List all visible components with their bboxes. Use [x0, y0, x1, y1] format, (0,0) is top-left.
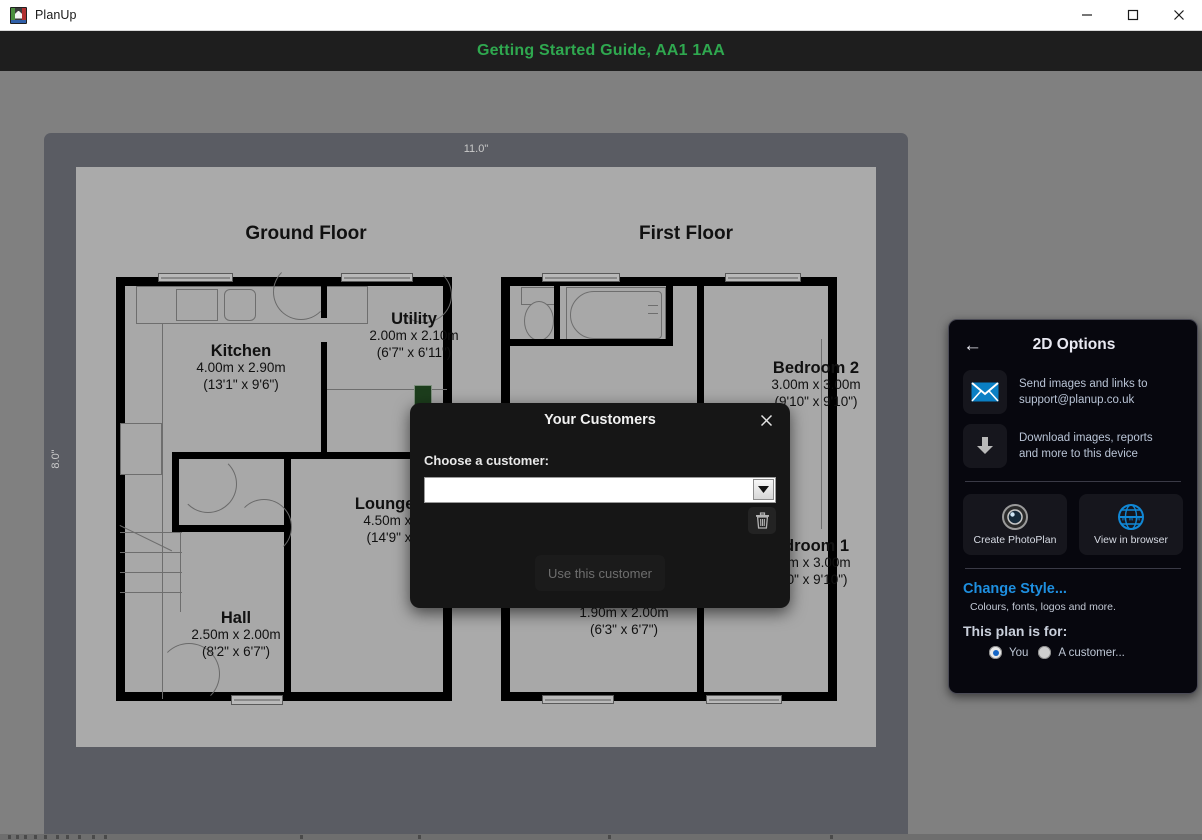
window-symbol: [725, 273, 801, 282]
entrance-door-symbol: [231, 695, 283, 705]
globe-www-icon: w w w: [1118, 504, 1144, 530]
send-images-line1: Send images and links to: [1019, 377, 1148, 390]
send-images-row[interactable]: Send images and links to support@planup.…: [963, 370, 1183, 414]
trash-bin-icon: [755, 512, 769, 529]
plan-for-radio-group: You A customer...: [963, 646, 1183, 659]
floor-title-ground: Ground Floor: [245, 223, 367, 244]
view-in-browser-button[interactable]: w w w View in browser: [1079, 494, 1183, 555]
dialog-close-button[interactable]: [756, 410, 776, 430]
maximize-button[interactable]: [1110, 0, 1156, 31]
select-arrow-button[interactable]: [753, 479, 774, 500]
download-row[interactable]: Download images, reports and more to thi…: [963, 424, 1183, 468]
create-photoplan-label: Create PhotoPlan: [973, 534, 1057, 546]
change-style-subtitle: Colours, fonts, logos and more.: [970, 601, 1116, 613]
taskbar-strip[interactable]: [0, 834, 1202, 840]
view-in-browser-label: View in browser: [1094, 534, 1168, 546]
plan-height-dimension: 8.0": [50, 449, 62, 469]
titlebar-left-group: PlanUp: [0, 6, 1064, 24]
window-symbol: [158, 273, 233, 282]
email-envelope-icon: [963, 370, 1007, 414]
change-style-link[interactable]: Change Style...: [963, 581, 1183, 597]
dialog-titlebar: Your Customers: [410, 403, 790, 437]
plan-work-area[interactable]: 11.0" 8.0" Ground Floor First Floor Kitc…: [0, 71, 1202, 840]
maximize-icon: [1127, 9, 1139, 21]
room-label-hall: Hall 2.50m x 2.00m (8'2" x 6'7"): [191, 609, 281, 660]
chevron-down-icon: [758, 486, 769, 493]
radio-a-customer-label: A customer...: [1058, 646, 1125, 659]
close-button[interactable]: [1156, 0, 1202, 31]
radio-a-customer-icon[interactable]: [1038, 646, 1052, 659]
planup-application-window: PlanUp Getting Started Guide, AA1 1AA 11…: [0, 0, 1202, 840]
panel-action-buttons: Create PhotoPlan w w w View in browser: [963, 494, 1183, 555]
radio-option-you[interactable]: You: [989, 646, 1028, 659]
camera-lens-icon: [1002, 504, 1028, 530]
customer-select[interactable]: [424, 477, 776, 503]
window-title: PlanUp: [35, 8, 77, 22]
sink-icon: [224, 289, 256, 321]
bathtub-icon: [570, 291, 662, 339]
delete-customer-button[interactable]: [748, 507, 776, 534]
window-titlebar: PlanUp: [0, 0, 1202, 31]
download-line2: and more to this device: [1019, 448, 1138, 460]
hob-icon: [176, 289, 218, 321]
plan-for-title: This plan is for:: [963, 623, 1068, 639]
panel-divider-2: [965, 568, 1181, 569]
options-panel-title: 2D Options: [1032, 336, 1116, 353]
back-arrow-icon[interactable]: ←: [963, 336, 991, 355]
choose-customer-label: Choose a customer:: [424, 453, 549, 468]
2d-options-panel[interactable]: ← 2D Options Send images and links to su…: [948, 319, 1198, 694]
cooker-icon: [120, 423, 162, 475]
download-text: Download images, reports and more to thi…: [1019, 430, 1153, 463]
send-images-text: Send images and links to support@planup.…: [1019, 376, 1148, 409]
use-this-customer-button[interactable]: Use this customer: [535, 555, 665, 591]
minimize-icon: [1082, 14, 1092, 16]
options-panel-header: ← 2D Options: [963, 330, 1183, 360]
room-label-utility: Utility 2.00m x 2.10m (6'7" x 6'11"): [369, 310, 459, 361]
room-label-kitchen: Kitchen 4.00m x 2.90m (13'1" x 9'6"): [196, 342, 286, 393]
close-icon: [760, 414, 772, 426]
window-controls: [1064, 0, 1202, 31]
dialog-title: Your Customers: [544, 412, 656, 428]
send-images-line2: support@planup.co.uk: [1019, 394, 1135, 406]
radio-option-a-customer[interactable]: A customer...: [1038, 646, 1125, 659]
floor-title-first: First Floor: [639, 223, 733, 244]
create-photoplan-button[interactable]: Create PhotoPlan: [963, 494, 1067, 555]
plan-header-bar: Getting Started Guide, AA1 1AA: [0, 31, 1202, 71]
window-symbol: [706, 695, 782, 704]
your-customers-dialog[interactable]: Your Customers Choose a customer: Use th…: [410, 403, 790, 608]
close-icon: [1174, 10, 1184, 20]
plan-header-title: Getting Started Guide, AA1 1AA: [476, 42, 726, 59]
panel-divider-1: [965, 481, 1181, 482]
minimize-button[interactable]: [1064, 0, 1110, 31]
toilet-icon: [524, 301, 554, 341]
radio-you-label: You: [1009, 646, 1029, 659]
download-line1: Download images, reports: [1019, 431, 1153, 444]
customer-select-wrapper: [424, 477, 776, 503]
window-symbol: [542, 273, 620, 282]
svg-text:w w w: w w w: [1120, 516, 1141, 523]
radio-you-icon[interactable]: [989, 646, 1002, 659]
planup-logo-icon: [10, 6, 27, 24]
download-arrow-icon: [963, 424, 1007, 468]
window-symbol: [542, 695, 614, 704]
plan-width-dimension: 11.0": [463, 143, 489, 155]
